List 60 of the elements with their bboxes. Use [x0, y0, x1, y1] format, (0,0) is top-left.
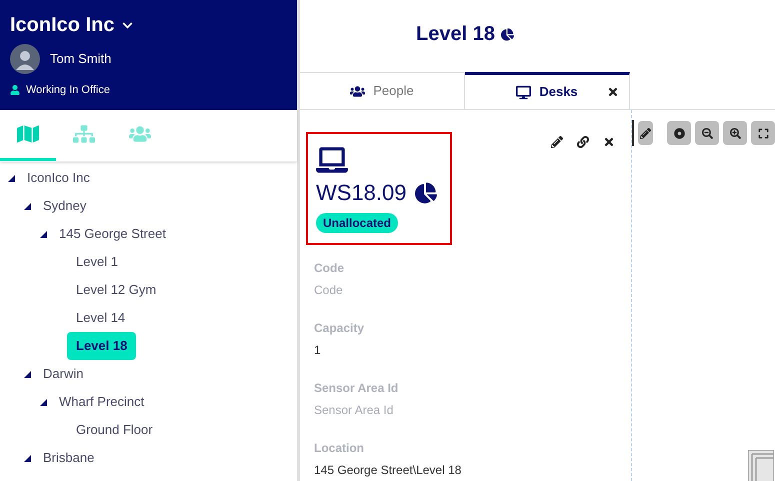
person-icon — [10, 85, 20, 96]
tree-item[interactable]: Brisbane — [43, 448, 94, 468]
zoom-out-icon — [702, 128, 712, 138]
expand-triangle-icon[interactable] — [40, 398, 47, 406]
expand-triangle-icon[interactable] — [24, 454, 31, 462]
input-field[interactable]: 1 — [314, 341, 604, 359]
input-field[interactable]: Sensor Area Id — [314, 401, 604, 419]
zoom-in-icon — [730, 128, 740, 138]
tab-label: Desks — [539, 83, 578, 102]
edit-button[interactable] — [638, 121, 653, 145]
tree-item[interactable]: Sydney — [43, 196, 86, 216]
page-title: Level 18 — [416, 22, 495, 47]
desk-name: WS18.09 — [316, 179, 406, 207]
tree-item[interactable]: Ground Floor — [76, 420, 153, 440]
status-badge: Unallocated — [316, 213, 398, 233]
user-status: Working In Office — [26, 83, 110, 98]
edit-icon[interactable] — [551, 136, 563, 148]
monitor-icon — [516, 84, 532, 100]
tree-item[interactable]: Level 18 — [67, 332, 136, 360]
link-icon[interactable] — [577, 136, 589, 148]
field-label: Location — [314, 440, 365, 457]
center-button[interactable] — [667, 121, 691, 145]
pie-chart-icon[interactable] — [414, 182, 436, 204]
hierarchy-icon — [73, 123, 95, 145]
field-label: Capacity — [314, 320, 366, 337]
zoom-in-button[interactable] — [723, 121, 747, 145]
expand-triangle-icon[interactable] — [40, 230, 47, 238]
floor-plan-drawing — [748, 450, 774, 481]
pie-chart-icon[interactable] — [500, 28, 514, 40]
input-field[interactable]: Code — [314, 281, 604, 299]
input-field[interactable]: 145 George Street\Level 18 — [314, 461, 604, 479]
map-icon — [17, 123, 39, 145]
fullscreen-icon — [758, 128, 768, 138]
laptop-icon — [316, 144, 348, 176]
chevron-down-icon[interactable] — [122, 20, 134, 30]
tab-label: People — [373, 82, 414, 100]
expand-triangle-icon[interactable] — [8, 174, 15, 182]
people-icon — [350, 84, 366, 98]
field-label: Code — [314, 260, 345, 277]
tree-item[interactable]: IconIco Inc — [27, 168, 90, 188]
fullscreen-button[interactable] — [751, 121, 775, 145]
zoom-out-button[interactable] — [695, 121, 719, 145]
tree-item[interactable]: Wharf Precinct — [59, 392, 144, 412]
tree-item[interactable]: Darwin — [43, 364, 84, 384]
tree-item[interactable]: Level 12 Gym — [76, 280, 156, 300]
expand-triangle-icon[interactable] — [24, 202, 31, 210]
expand-triangle-icon[interactable] — [24, 370, 31, 378]
edit-icon — [640, 128, 652, 138]
user-name: Tom Smith — [50, 50, 112, 68]
close-icon[interactable] — [607, 86, 619, 98]
tree-item[interactable]: Level 14 — [76, 308, 126, 328]
close-icon[interactable] — [603, 136, 615, 148]
tree-item[interactable]: Level 1 — [76, 252, 118, 272]
avatar — [10, 44, 40, 74]
tab[interactable]: Desks — [465, 72, 630, 109]
field-label: Sensor Area Id — [314, 380, 400, 397]
tab[interactable]: People — [300, 72, 465, 109]
target-icon — [674, 128, 684, 138]
tree-item[interactable]: 145 George Street — [59, 224, 166, 244]
organisation-name: IconIco Inc — [10, 13, 114, 38]
